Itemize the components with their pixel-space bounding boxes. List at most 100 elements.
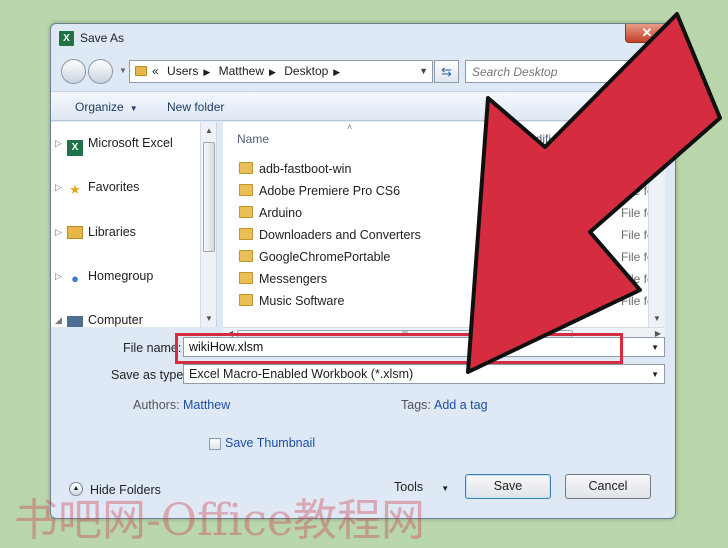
expand-arrow-icon[interactable]: ▷ (55, 227, 62, 238)
scroll-down-icon[interactable]: ▼ (649, 314, 665, 323)
breadcrumb-separator-icon[interactable]: ▶ (203, 67, 210, 77)
scroll-down-icon[interactable]: ▼ (201, 314, 216, 323)
save-type-label: Save as type: (111, 368, 187, 382)
file-name: adb-fastboot-win (259, 162, 352, 176)
add-tag-link[interactable]: Add a tag (434, 398, 488, 412)
breadcrumb-separator-icon[interactable]: ▶ (333, 67, 340, 77)
chevron-down-icon[interactable]: ▼ (651, 370, 659, 379)
homegroup-icon: ● (71, 271, 79, 286)
help-icon[interactable]: ? (636, 98, 653, 115)
save-button[interactable]: Save (465, 474, 551, 499)
file-row[interactable]: Messengers M File fo (223, 268, 665, 290)
nav-scrollbar[interactable]: ▲ ▼ (200, 122, 216, 327)
authors-value[interactable]: Matthew (183, 398, 230, 412)
breadcrumb-overflow[interactable]: « (152, 64, 159, 78)
nav-item-microsoft-excel[interactable]: ▷ X Microsoft Excel (55, 136, 173, 156)
breadcrumb: « Users ▶ Matthew ▶ Desktop ▶ (152, 64, 345, 78)
breadcrumb-desktop[interactable]: Desktop (284, 64, 328, 78)
expand-arrow-icon[interactable]: ▷ (55, 138, 62, 149)
file-list-scrollbar[interactable]: ▲ ▼ (648, 122, 665, 327)
navigation-pane: ▷ X Microsoft Excel ▷ ★ Favorites ▷ Librar… (51, 122, 217, 327)
forward-button[interactable] (88, 59, 113, 84)
watermark-text: 书吧网-Office教程网 (14, 495, 425, 546)
chevron-down-icon[interactable]: ▼ (651, 343, 659, 352)
computer-icon (67, 316, 83, 327)
star-icon: ★ (69, 182, 81, 197)
file-row[interactable]: GoogleChromePortable File fo (223, 246, 665, 268)
file-list: Name ˄ modifi Type adb-fastboot-win File… (223, 122, 665, 327)
scroll-thumb[interactable] (203, 142, 215, 252)
close-button[interactable]: ✕ (625, 24, 669, 43)
new-folder-button[interactable]: New folder (167, 100, 224, 114)
refresh-icon: ⇆ (441, 64, 452, 79)
column-header-name[interactable]: Name (237, 132, 269, 146)
save-type-dropdown[interactable]: Excel Macro-Enabled Workbook (*.xlsm) ▼ (183, 364, 665, 384)
nav-item-label: Computer (88, 313, 143, 327)
tags-label: Tags: (401, 398, 431, 412)
file-name: Messengers (259, 272, 328, 286)
file-name: Downloaders and Converters (259, 228, 421, 242)
back-button[interactable] (61, 59, 86, 84)
breadcrumb-matthew[interactable]: Matthew (219, 64, 264, 78)
excel-icon: X (67, 140, 83, 156)
folder-icon (239, 184, 253, 196)
folder-icon (239, 294, 253, 306)
save-as-dialog: X Save As ✕ ▼ « Users ▶ Matthew ▶ Desktop ▶… (50, 23, 676, 519)
organize-button[interactable]: Organize ▼ (75, 100, 138, 114)
expand-arrow-icon[interactable]: ▷ (55, 271, 62, 282)
file-row[interactable]: Music Software 2:43 PM File fo (223, 290, 665, 312)
save-thumbnail-label[interactable]: Save Thumbnail (225, 436, 315, 450)
address-bar[interactable]: « Users ▶ Matthew ▶ Desktop ▶ ▼ (129, 60, 433, 83)
scroll-up-icon[interactable]: ▲ (649, 126, 665, 135)
search-box[interactable] (465, 60, 667, 83)
file-row[interactable]: adb-fastboot-win File fo (223, 158, 665, 180)
file-row[interactable]: Arduino File fo (223, 202, 665, 224)
nav-item-computer[interactable]: ◢ Computer (55, 313, 143, 327)
cancel-button[interactable]: Cancel (565, 474, 651, 499)
breadcrumb-users[interactable]: Users (167, 64, 198, 78)
file-name: Arduino (259, 206, 303, 220)
column-header-type[interactable]: Type (621, 132, 647, 146)
file-name: Music Software (259, 294, 345, 308)
column-header-modified[interactable]: modifi (519, 132, 551, 146)
nav-item-label: Favorites (88, 180, 140, 194)
search-input[interactable] (466, 61, 641, 82)
excel-icon: X (59, 31, 74, 46)
authors-label: Authors: (133, 398, 180, 412)
folder-icon (135, 66, 147, 76)
chevron-down-icon: ▼ (129, 104, 138, 113)
save-type-value: Excel Macro-Enabled Workbook (*.xlsm) (189, 367, 414, 381)
library-icon (67, 226, 83, 239)
annotation-highlight-box (175, 333, 623, 364)
file-name: Adobe Premiere Pro CS6 (259, 184, 401, 198)
file-row[interactable]: Downloaders and Converters File fo (223, 224, 665, 246)
nav-item-label: Microsoft Excel (88, 136, 173, 150)
nav-item-favorites[interactable]: ▷ ★ Favorites (55, 180, 140, 200)
folder-icon (239, 162, 253, 174)
folder-icon (239, 250, 253, 262)
scroll-up-icon[interactable]: ▲ (201, 126, 216, 135)
file-date: M (597, 272, 607, 286)
folder-icon (239, 228, 253, 240)
address-row: ▼ « Users ▶ Matthew ▶ Desktop ▶ ▼ ⇆ (51, 57, 675, 87)
nav-item-label: Homegroup (88, 269, 154, 283)
nav-item-homegroup[interactable]: ▷ ● Homegroup (55, 269, 154, 289)
folder-icon (239, 272, 253, 284)
window-title: Save As (80, 31, 125, 45)
expand-arrow-icon[interactable]: ▷ (55, 182, 62, 193)
chevron-down-icon: ▼ (441, 484, 450, 493)
organize-label: Organize (75, 100, 124, 114)
file-row[interactable]: Adobe Premiere Pro CS6 File fo (223, 180, 665, 202)
address-dropdown-icon[interactable]: ▼ (419, 66, 428, 76)
save-thumbnail-checkbox[interactable] (209, 438, 221, 450)
refresh-button[interactable]: ⇆ (434, 60, 459, 83)
recent-pages-dropdown[interactable]: ▼ (119, 66, 127, 75)
nav-item-libraries[interactable]: ▷ Libraries (55, 225, 136, 245)
collapse-arrow-icon[interactable]: ◢ (55, 315, 62, 326)
search-icon[interactable] (648, 64, 660, 76)
breadcrumb-separator-icon[interactable]: ▶ (269, 67, 276, 77)
file-date: 2:43 PM (561, 294, 606, 308)
folder-icon (239, 206, 253, 218)
file-name: GoogleChromePortable (259, 250, 391, 264)
nav-item-label: Libraries (88, 225, 136, 239)
